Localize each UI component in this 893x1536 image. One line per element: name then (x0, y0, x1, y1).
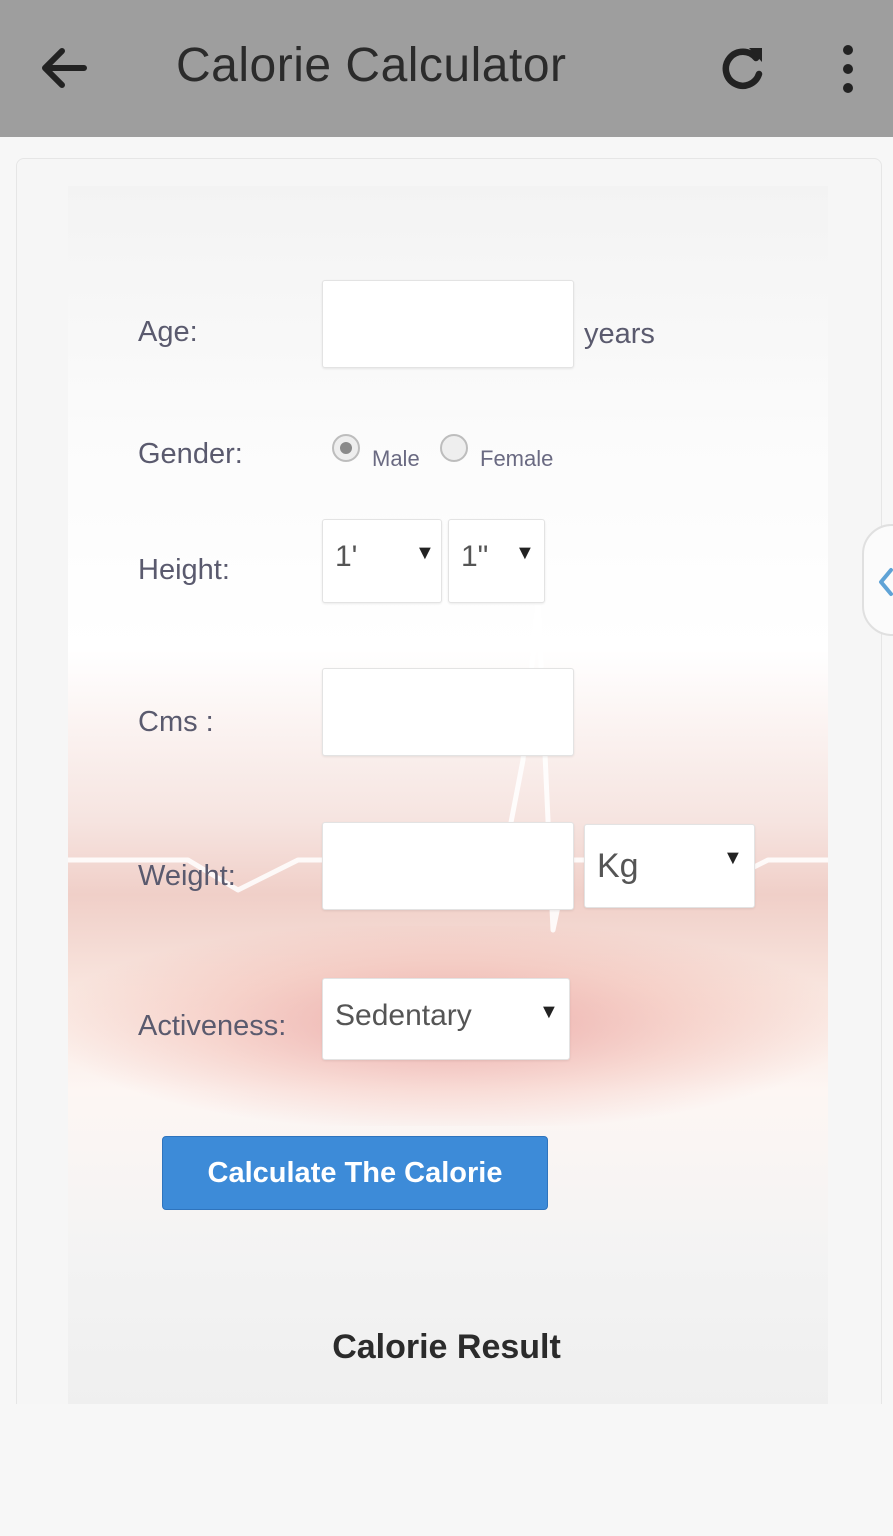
gender-female-radio[interactable] (440, 434, 468, 462)
gender-male-label: Male (372, 446, 420, 471)
activeness-value: Sedentary (335, 999, 472, 1032)
height-inches-value: 1" (461, 540, 489, 573)
caret-down-icon: ▼ (539, 1001, 559, 1023)
height-feet-select[interactable]: 1' ▼ (322, 519, 442, 603)
weight-label: Weight: (138, 860, 236, 892)
calculate-button[interactable]: Calculate The Calorie (162, 1136, 548, 1210)
age-label: Age: (138, 316, 198, 348)
caret-down-icon: ▼ (723, 847, 743, 869)
height-label: Height: (138, 554, 230, 586)
height-inches-select[interactable]: 1" ▼ (448, 519, 545, 603)
cms-label: Cms : (138, 706, 214, 738)
overflow-menu-button[interactable] (828, 40, 868, 100)
result-title: Calorie Result (332, 1328, 561, 1366)
bottom-blank-area (0, 1404, 893, 1536)
activeness-label: Activeness: (138, 1010, 287, 1042)
heartbeat-decoration (68, 597, 828, 933)
age-input[interactable] (322, 280, 574, 368)
more-vert-icon (843, 45, 853, 93)
weight-input[interactable] (322, 822, 574, 910)
activeness-select[interactable]: Sedentary ▼ (322, 978, 570, 1060)
back-button[interactable] (36, 38, 92, 98)
gender-label: Gender: (138, 438, 243, 470)
gender-female-label: Female (480, 446, 554, 471)
gender-male-radio[interactable] (332, 434, 360, 462)
arrow-left-icon (42, 48, 87, 88)
caret-down-icon: ▼ (515, 542, 535, 564)
weight-unit-select[interactable]: Kg ▼ (584, 824, 755, 908)
refresh-icon (722, 48, 763, 89)
weight-unit-value: Kg (597, 847, 639, 885)
caret-down-icon: ▼ (415, 542, 435, 564)
side-drawer-handle[interactable] (862, 524, 893, 636)
chevron-left-icon (879, 568, 893, 596)
page-title: Calorie Calculator (176, 39, 567, 92)
app-bar: Calorie Calculator (0, 0, 893, 137)
height-feet-value: 1' (335, 540, 358, 573)
radio-selected-dot (340, 442, 352, 454)
refresh-button[interactable] (712, 36, 772, 100)
cms-input[interactable] (322, 668, 574, 756)
age-unit: years (584, 318, 655, 350)
